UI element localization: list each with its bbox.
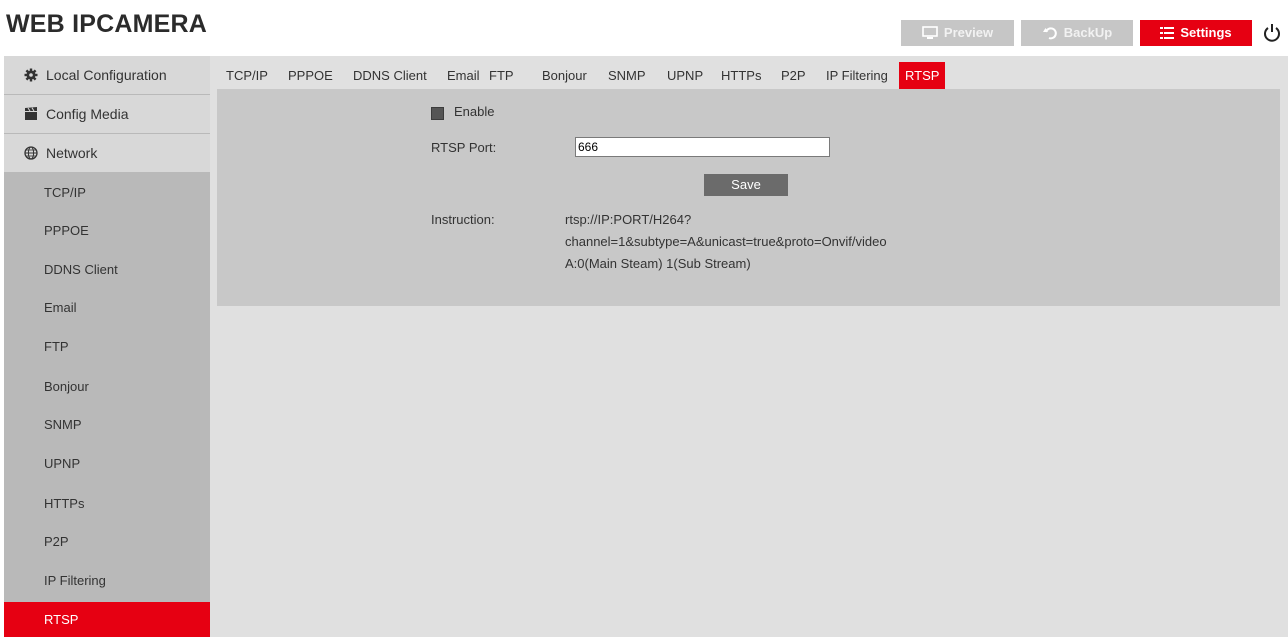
sidebar-item-tcpip[interactable]: TCP/IP <box>4 174 210 212</box>
sidebar-config-media[interactable]: Config Media <box>4 95 210 133</box>
tab-upnp[interactable]: UPNP <box>663 62 707 89</box>
tab-snmp[interactable]: SNMP <box>604 62 650 89</box>
sidebar-network[interactable]: Network <box>4 134 210 172</box>
enable-label: Enable <box>454 104 495 119</box>
tab-ip-filtering[interactable]: IP Filtering <box>822 62 892 89</box>
tab-bonjour[interactable]: Bonjour <box>538 62 591 89</box>
save-button[interactable]: Save <box>704 174 788 196</box>
sidebar-item-bonjour[interactable]: Bonjour <box>4 368 210 406</box>
tab-tcpip[interactable]: TCP/IP <box>222 62 272 89</box>
power-icon[interactable] <box>1262 22 1282 44</box>
sidebar-item-upnp[interactable]: UPNP <box>4 445 210 483</box>
instruction-label: Instruction: <box>431 212 495 227</box>
rtsp-panel: Enable RTSP Port: Save Instruction: rtsp… <box>217 89 1280 306</box>
sidebar-item-ftp[interactable]: FTP <box>4 328 210 366</box>
tab-rtsp[interactable]: RTSP <box>899 62 946 89</box>
instruction-line: rtsp://IP:PORT/H264? <box>565 212 692 227</box>
sidebar-item-ip-filtering[interactable]: IP Filtering <box>4 562 210 600</box>
sidebar-item-email[interactable]: Email <box>4 289 210 327</box>
sidebar: Local Configuration Config Media Network… <box>4 56 210 637</box>
list-icon <box>1160 27 1175 39</box>
rtsp-port-label: RTSP Port: <box>431 140 497 155</box>
preview-button[interactable]: Preview <box>901 20 1014 46</box>
backup-label: BackUp <box>1063 25 1113 40</box>
instruction-line: channel=1&subtype=A&unicast=true&proto=O… <box>565 234 887 249</box>
sidebar-item-snmp[interactable]: SNMP <box>4 406 210 444</box>
tab-ftp[interactable]: FTP <box>485 62 518 89</box>
sidebar-section-label: Network <box>46 145 98 161</box>
sidebar-local-configuration[interactable]: Local Configuration <box>4 56 210 94</box>
globe-icon <box>23 145 39 161</box>
main-content: TCP/IP PPPOE DDNS Client Email FTP Bonjo… <box>210 56 1288 637</box>
gear-icon <box>23 67 39 83</box>
tab-ddns-client[interactable]: DDNS Client <box>349 62 431 89</box>
header: WEB IPCAMERA Preview BackUp Settings <box>0 0 1288 48</box>
sidebar-item-https[interactable]: HTTPs <box>4 485 210 523</box>
sidebar-item-pppoe[interactable]: PPPOE <box>4 212 210 250</box>
settings-button[interactable]: Settings <box>1140 20 1252 46</box>
enable-checkbox[interactable] <box>431 107 444 120</box>
app-title: WEB IPCAMERA <box>6 10 208 38</box>
sidebar-item-rtsp[interactable]: RTSP <box>4 602 210 637</box>
tab-p2p[interactable]: P2P <box>777 62 810 89</box>
tab-pppoe[interactable]: PPPOE <box>284 62 337 89</box>
preview-label: Preview <box>943 25 994 40</box>
sidebar-item-p2p[interactable]: P2P <box>4 523 210 561</box>
tab-email[interactable]: Email <box>443 62 484 89</box>
sidebar-section-label: Config Media <box>46 106 129 122</box>
rtsp-port-input[interactable] <box>575 137 830 157</box>
tab-https[interactable]: HTTPs <box>717 62 765 89</box>
clapperboard-icon <box>23 106 39 122</box>
sidebar-section-label: Local Configuration <box>46 67 167 83</box>
backup-button[interactable]: BackUp <box>1021 20 1133 46</box>
undo-icon <box>1042 27 1057 40</box>
instruction-line: A:0(Main Steam) 1(Sub Stream) <box>565 256 751 271</box>
sidebar-item-ddns-client[interactable]: DDNS Client <box>4 251 210 289</box>
tab-bar: TCP/IP PPPOE DDNS Client Email FTP Bonjo… <box>210 56 1288 90</box>
settings-label: Settings <box>1180 25 1232 40</box>
monitor-icon <box>922 26 938 39</box>
